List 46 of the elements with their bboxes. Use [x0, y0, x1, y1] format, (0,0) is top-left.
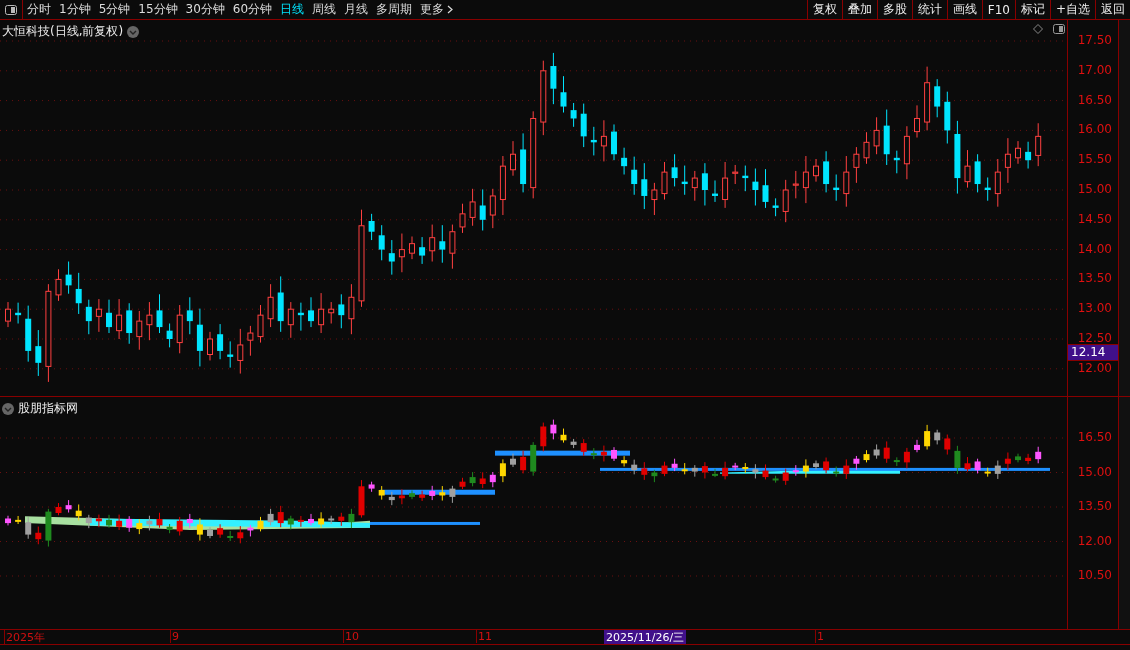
price-label: 16.00 — [1077, 122, 1112, 137]
toolbar-button[interactable]: 标记 — [1014, 0, 1050, 19]
period-tab[interactable]: 15分钟 — [134, 1, 182, 18]
period-tab[interactable]: 日线 — [276, 1, 309, 18]
price-label: 16.50 — [1077, 92, 1112, 107]
toolbar-button[interactable]: F10 — [981, 0, 1015, 19]
period-tab[interactable]: 周线 — [308, 1, 341, 18]
price-label: 13.00 — [1077, 301, 1112, 316]
period-tab[interactable]: 5分钟 — [94, 1, 135, 18]
price-label: 17.50 — [1077, 33, 1112, 47]
price-label: 14.00 — [1077, 241, 1112, 256]
period-tab[interactable]: 60分钟 — [228, 1, 277, 18]
toolbar-button[interactable]: 叠加 — [841, 0, 877, 19]
date-label: 2025年 — [4, 630, 45, 645]
price-label: 15.50 — [1077, 152, 1112, 167]
toolbar-button[interactable]: 返回 — [1095, 0, 1130, 19]
price-label: 12.00 — [1077, 360, 1112, 375]
cursor-date-tag: 2025/11/26/三 — [604, 630, 687, 644]
price-label: 12.50 — [1077, 331, 1112, 345]
current-price-tag: 12.14 — [1068, 344, 1118, 361]
period-tab[interactable]: 30分钟 — [181, 1, 229, 18]
toolbar-button[interactable]: 复权 — [806, 0, 842, 19]
indicator-value-label: 12.00 — [1077, 533, 1112, 548]
indicator-value-label: 10.50 — [1077, 568, 1112, 582]
toolbar-button[interactable]: +自选 — [1049, 0, 1095, 19]
indicator-value-label: 15.00 — [1077, 464, 1112, 479]
chart-title: 大恒科技(日线,前复权) — [2, 23, 124, 40]
toolbar-button[interactable]: 画线 — [946, 0, 982, 19]
period-tab[interactable]: 1分钟 — [55, 1, 95, 18]
period-tab[interactable]: 多周期 — [372, 1, 417, 18]
period-tab[interactable]: 分时 — [23, 1, 55, 18]
price-label: 14.50 — [1077, 211, 1112, 226]
date-label: 11 — [476, 630, 492, 643]
indicator-value-label: 16.50 — [1077, 430, 1112, 444]
toolbar-button[interactable]: 统计 — [911, 0, 947, 19]
indicator-value-label: 13.50 — [1077, 499, 1112, 513]
price-label: 17.00 — [1077, 62, 1112, 77]
price-label: 15.00 — [1077, 182, 1112, 196]
price-label: 13.50 — [1077, 271, 1112, 286]
date-label: 10 — [343, 630, 359, 643]
date-label: 9 — [170, 630, 179, 643]
period-tab[interactable]: 月线 — [340, 1, 373, 18]
toolbar-button[interactable]: 多股 — [876, 0, 912, 19]
date-label: 1 — [815, 630, 824, 643]
more-button[interactable]: 更多 — [416, 1, 458, 18]
indicator-title: 股朋指标网 — [18, 400, 78, 417]
